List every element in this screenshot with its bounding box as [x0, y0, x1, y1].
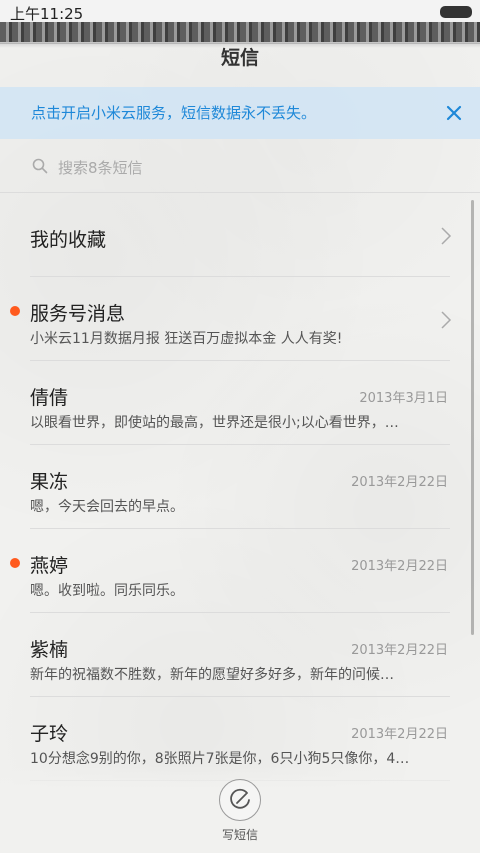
favorites-row[interactable]: 我的收藏 [30, 193, 452, 277]
close-icon[interactable] [440, 99, 468, 127]
compose-area: 写短信 [0, 766, 480, 853]
cloud-service-banner[interactable]: 点击开启小米云服务，短信数据永不丢失。 [0, 87, 480, 139]
contact-name: 子玲 [30, 723, 69, 745]
page-title: 短信 [220, 47, 259, 69]
message-date: 2013年3月1日 [359, 391, 448, 406]
compose-icon [230, 788, 250, 809]
compose-button[interactable] [219, 779, 261, 821]
contact-name: 服务号消息 [30, 303, 126, 325]
message-snippet: 小米云11月数据月报 狂送百万虚拟本金 人人有奖! [30, 331, 343, 347]
message-snippet: 10分想念9别的你，8张照片7张是你，6只小狗5只像你，4… [30, 751, 410, 767]
chevron-right-icon [440, 226, 452, 246]
status-bar: 上午11:25 [0, 0, 480, 23]
status-time: 上午11:25 [10, 5, 84, 23]
banner-text[interactable]: 点击开启小米云服务，短信数据永不丢失。 [31, 102, 316, 123]
conversation-row[interactable]: 紫楠 2013年2月22日 新年的祝福数不胜数，新年的愿望好多好多，新年的问候… [30, 613, 450, 697]
message-date: 2013年2月22日 [351, 559, 448, 574]
contact-name: 燕婷 [30, 555, 69, 577]
message-snippet: 嗯。收到啦。同乐同乐。 [30, 583, 184, 599]
conversation-list: 我的收藏 服务号消息 小米云11月数据月报 狂送百万虚拟本金 人人有奖! 倩倩 … [0, 193, 480, 781]
conversation-row[interactable]: 果冻 2013年2月22日 嗯，今天会回去的早点。 [30, 445, 450, 529]
search-input[interactable]: 搜索8条短信 [58, 157, 143, 178]
battery-icon [440, 6, 472, 18]
contact-name: 紫楠 [30, 639, 69, 661]
message-date: 2013年2月22日 [351, 475, 448, 490]
conversation-row[interactable]: 服务号消息 小米云11月数据月报 狂送百万虚拟本金 人人有奖! [10, 277, 452, 361]
favorites-label: 我的收藏 [30, 229, 107, 251]
contact-name: 倩倩 [30, 387, 69, 409]
message-snippet: 新年的祝福数不胜数，新年的愿望好多好多，新年的问候… [30, 667, 394, 683]
message-date: 2013年2月22日 [351, 643, 448, 658]
header-decoration [0, 22, 480, 48]
chevron-right-icon [440, 310, 452, 330]
search-icon [32, 158, 48, 174]
compose-label[interactable]: 写短信 [0, 826, 480, 843]
conversation-row[interactable]: 倩倩 2013年3月1日 以眼看世界，即使站的最高，世界还是很小;以心看世界，… [30, 361, 450, 445]
contact-name: 果冻 [30, 471, 69, 493]
unread-dot [10, 306, 20, 316]
message-date: 2013年2月22日 [351, 727, 448, 742]
scrollbar[interactable] [471, 200, 474, 635]
search-bar[interactable]: 搜索8条短信 [0, 140, 480, 193]
conversation-row[interactable]: 燕婷 2013年2月22日 嗯。收到啦。同乐同乐。 [10, 529, 450, 613]
message-snippet: 以眼看世界，即使站的最高，世界还是很小;以心看世界，… [30, 415, 399, 431]
unread-dot [10, 558, 20, 568]
message-snippet: 嗯，今天会回去的早点。 [30, 499, 184, 515]
